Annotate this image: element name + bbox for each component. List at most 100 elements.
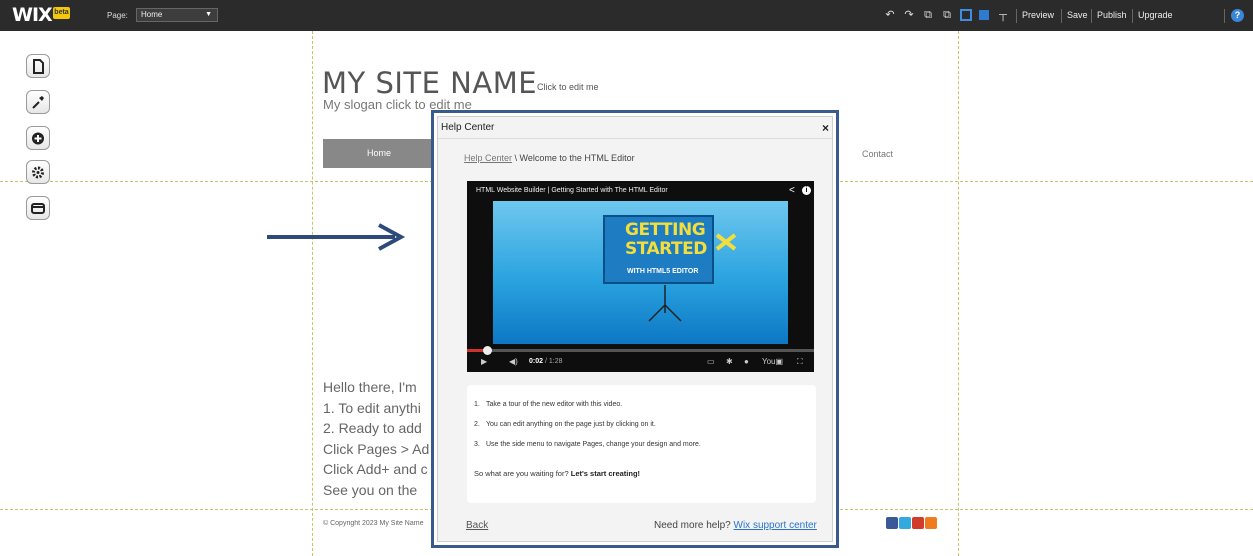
footer-copyright[interactable]: © Copyright 2023 My Site Name	[323, 520, 431, 527]
video-frame[interactable]: GETTING STARTED WITH HTML5 EDITOR	[493, 201, 788, 344]
step-item: 1. Take a tour of the new editor with thi…	[474, 401, 622, 408]
beta-badge: beta	[53, 7, 70, 19]
settings-button[interactable]	[26, 160, 50, 184]
back-link[interactable]: Back	[466, 520, 488, 531]
toolbar-divider	[1091, 9, 1092, 23]
step-item: 3. Use the side menu to navigate Pages, c…	[474, 441, 701, 448]
site-title[interactable]: MY SITE NAME	[322, 66, 537, 100]
snap-toggle-icon[interactable]	[979, 10, 989, 20]
design-button[interactable]	[26, 90, 50, 114]
editor-toolbar: WIX beta Page: Home ▼ ↶ ↷ ⧉ ⧉ ┬ Preview …	[0, 0, 1253, 31]
time-current: 0:02	[529, 358, 544, 365]
app-market-button[interactable]	[26, 196, 50, 220]
watch-later-icon[interactable]: ●	[744, 357, 749, 366]
save-button[interactable]: Save	[1067, 10, 1088, 20]
left-guide-line	[312, 31, 313, 556]
google-plus-icon[interactable]	[912, 517, 924, 529]
help-icon[interactable]: ?	[1231, 9, 1244, 22]
breadcrumb-current: \ Welcome to the HTML Editor	[512, 153, 635, 163]
youtube-logo-icon[interactable]: You▣	[762, 357, 783, 366]
right-guide-line	[958, 31, 959, 556]
publish-button[interactable]: Publish	[1097, 10, 1127, 20]
rss-icon[interactable]	[925, 517, 937, 529]
wix-x-mark-icon	[715, 233, 737, 251]
toolbar-divider	[1061, 9, 1062, 23]
ruler-icon[interactable]: ┬	[997, 9, 1009, 21]
board-line1: GETTING	[625, 220, 706, 240]
pages-icon	[33, 59, 44, 74]
site-title-hint: Click to edit me	[537, 82, 599, 92]
twitter-icon[interactable]	[899, 517, 911, 529]
app-market-icon	[31, 203, 45, 214]
design-icon	[32, 96, 44, 109]
video-player[interactable]: HTML Website Builder | Getting Started w…	[467, 181, 814, 372]
step-number: 3.	[474, 441, 480, 448]
paste-icon[interactable]: ⧉	[941, 9, 953, 21]
share-icon[interactable]: <	[789, 185, 795, 196]
more-help-label: Need more help?	[654, 520, 734, 531]
toolbar-divider	[1132, 9, 1133, 23]
step-text: You can edit anything on the page just b…	[486, 421, 656, 428]
preview-button[interactable]: Preview	[1022, 10, 1054, 20]
info-icon[interactable]: i	[802, 186, 811, 195]
body-line: Click Pages > Ad	[323, 440, 430, 457]
toolbar-divider	[1224, 9, 1225, 23]
copy-icon[interactable]: ⧉	[922, 9, 934, 21]
time-total: / 1:28	[543, 358, 563, 365]
fullscreen-icon[interactable]: ⛶	[797, 357, 803, 367]
chevron-down-icon: ▼	[205, 11, 212, 18]
upgrade-button[interactable]: Upgrade	[1138, 10, 1173, 20]
body-line: Click Add+ and c	[323, 461, 428, 477]
step-item: 2. You can edit anything on the page just…	[474, 421, 656, 428]
body-line: 2. Ready to add	[323, 420, 422, 436]
grid-toggle-icon[interactable]	[960, 9, 972, 21]
steps-panel: 1. Take a tour of the new editor with thi…	[467, 385, 816, 503]
step-number: 1.	[474, 401, 480, 408]
add-button[interactable]	[26, 126, 50, 150]
menu-item-contact[interactable]: Contact	[862, 149, 893, 159]
video-progress-bar[interactable]	[467, 349, 814, 352]
body-line: See you on the	[323, 481, 418, 498]
dialog-divider	[438, 138, 832, 139]
body-line: 1. To edit anythi	[323, 399, 421, 416]
board-line3: WITH HTML5 EDITOR	[627, 268, 699, 275]
video-title[interactable]: HTML Website Builder | Getting Started w…	[476, 187, 668, 194]
video-board: GETTING STARTED WITH HTML5 EDITOR	[603, 215, 714, 284]
add-icon	[32, 132, 44, 145]
video-progress-fill	[467, 349, 485, 352]
cta-prefix: So what are you waiting for?	[474, 469, 571, 478]
cta-bold: Let's start creating!	[570, 469, 641, 478]
pointer-arrow	[267, 223, 406, 251]
cta-text: So what are you waiting for? Let's start…	[474, 469, 640, 478]
video-scrubber[interactable]	[483, 346, 492, 355]
facebook-icon[interactable]	[886, 517, 898, 529]
undo-icon[interactable]: ↶	[884, 9, 896, 21]
page-select-value: Home	[141, 10, 163, 19]
tripod-icon	[648, 285, 682, 322]
close-icon[interactable]: ×	[822, 121, 829, 135]
help-center-highlight: Help Center × Help Center \ Welcome to t…	[431, 110, 839, 548]
dialog-title: Help Center	[441, 122, 495, 133]
page-label: Page:	[107, 11, 128, 20]
pages-button[interactable]	[26, 54, 50, 78]
toolbar-divider	[1016, 9, 1017, 23]
volume-icon[interactable]: ◀)	[509, 357, 518, 366]
support-center-link[interactable]: Wix support center	[734, 520, 817, 531]
page-select[interactable]: Home ▼	[136, 8, 218, 22]
menu-item-home[interactable]: Home	[323, 139, 435, 168]
redo-icon[interactable]: ↷	[903, 9, 915, 21]
step-number: 2.	[474, 421, 480, 428]
play-icon[interactable]: ▶	[481, 357, 487, 366]
body-line: Hello there, I'm	[323, 379, 417, 395]
breadcrumb-help-center-link[interactable]: Help Center	[464, 153, 512, 163]
step-text: Use the side menu to navigate Pages, cha…	[486, 441, 701, 448]
more-help: Need more help? Wix support center	[654, 520, 817, 531]
video-time: 0:02 / 1:28	[529, 358, 562, 365]
breadcrumb: Help Center \ Welcome to the HTML Editor	[464, 153, 635, 163]
quality-gear-icon[interactable]: ✱	[726, 357, 733, 366]
board-line2: STARTED	[625, 239, 707, 259]
site-body-text[interactable]: Hello there, I'm 1. To edit anythi 2. Re…	[323, 377, 433, 500]
captions-icon[interactable]: ▭	[707, 357, 715, 366]
step-text: Take a tour of the new editor with this …	[486, 401, 623, 408]
settings-icon	[32, 166, 44, 179]
